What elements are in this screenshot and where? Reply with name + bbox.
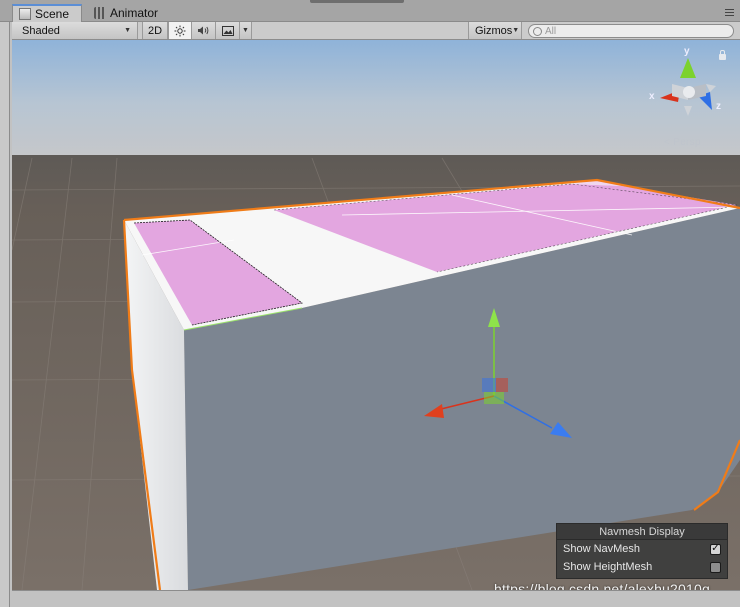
animator-icon bbox=[94, 7, 106, 19]
lighting-toggle-button[interactable] bbox=[168, 22, 192, 39]
sun-icon bbox=[174, 25, 186, 36]
gizmo-y-label: y bbox=[684, 46, 690, 57]
scene-viewport[interactable]: y x z < Persp bbox=[12, 40, 740, 590]
bottom-bar bbox=[12, 590, 740, 607]
left-panel-edge bbox=[0, 0, 10, 607]
tab-scene-label: Scene bbox=[35, 7, 70, 21]
gizmo-z-label: z bbox=[716, 101, 721, 112]
search-icon bbox=[533, 26, 542, 36]
show-navmesh-row[interactable]: Show NavMesh ✓ bbox=[557, 540, 727, 558]
shading-mode-label: Shaded bbox=[22, 24, 60, 37]
show-heightmesh-label: Show HeightMesh bbox=[563, 561, 653, 573]
tab-strip: Scene Animator bbox=[0, 0, 740, 22]
speaker-icon bbox=[198, 26, 209, 35]
navmesh-display-title: Navmesh Display bbox=[557, 524, 727, 540]
tab-menu-icon[interactable] bbox=[725, 9, 734, 18]
toggle-2d-button[interactable]: 2D bbox=[142, 22, 168, 39]
chevron-down-icon: ▼ bbox=[512, 27, 520, 34]
window-drag-handle[interactable] bbox=[310, 0, 404, 3]
chevron-down-icon: ▼ bbox=[242, 27, 249, 34]
show-navmesh-label: Show NavMesh bbox=[563, 543, 641, 555]
audio-toggle-button[interactable] bbox=[192, 22, 216, 39]
tab-animator-label: Animator bbox=[110, 6, 159, 20]
scene-icon bbox=[19, 8, 31, 20]
tab-animator[interactable]: Animator bbox=[88, 4, 168, 22]
image-icon bbox=[221, 25, 234, 36]
effects-toggle-button[interactable] bbox=[216, 22, 240, 39]
gizmo-x-label: x bbox=[649, 91, 655, 102]
navmesh-display-panel: Navmesh Display Show NavMesh ✓ Show Heig… bbox=[556, 523, 728, 579]
search-input[interactable]: All bbox=[528, 24, 734, 38]
skybox bbox=[12, 40, 740, 155]
projection-label[interactable]: < Persp bbox=[664, 137, 701, 148]
shading-mode-dropdown[interactable]: Shaded ▼ bbox=[12, 22, 138, 39]
gizmos-label: Gizmos bbox=[475, 24, 513, 37]
show-heightmesh-row[interactable]: Show HeightMesh bbox=[557, 558, 727, 576]
lock-icon[interactable] bbox=[719, 50, 726, 60]
scene-render bbox=[12, 40, 740, 590]
scene-toolbar: Shaded ▼ 2D ▼ Gizmos ▼ All bbox=[12, 22, 740, 40]
tab-scene[interactable]: Scene bbox=[12, 4, 82, 22]
chevron-down-icon: ▼ bbox=[124, 27, 131, 34]
show-navmesh-checkbox[interactable]: ✓ bbox=[710, 543, 721, 555]
effects-dropdown[interactable]: ▼ bbox=[240, 22, 252, 39]
search-placeholder: All bbox=[545, 25, 557, 37]
gizmos-dropdown[interactable]: Gizmos ▼ bbox=[468, 22, 522, 39]
show-heightmesh-checkbox[interactable] bbox=[710, 561, 721, 573]
